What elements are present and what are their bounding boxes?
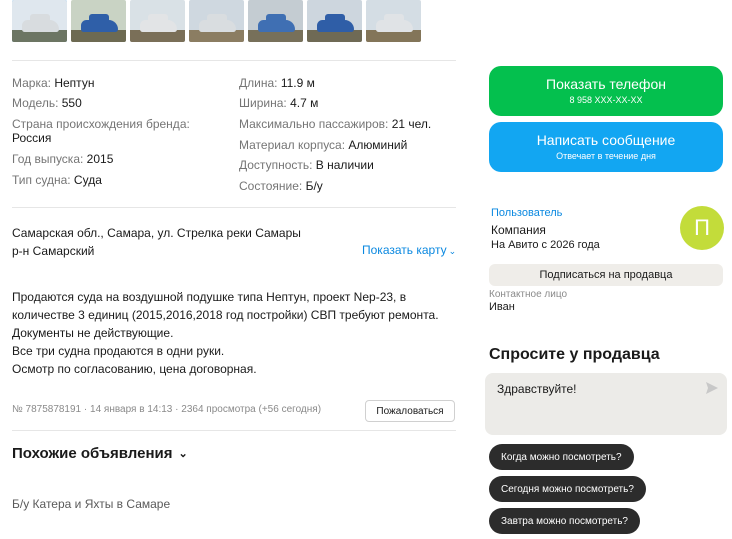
hovercraft-cabin	[266, 14, 286, 22]
contact-person-label: Контактное лицо	[489, 289, 568, 300]
spec-max-passengers: Максимально пассажиров: 21 чел.	[239, 117, 431, 131]
spec-brand: Марка: Нептун	[12, 76, 94, 90]
gallery-thumbnail[interactable]	[307, 0, 362, 42]
quick-question-chip[interactable]: Сегодня можно посмотреть?	[489, 476, 646, 502]
spec-key: Доступность:	[239, 158, 313, 172]
spec-key: Длина:	[239, 76, 278, 90]
quick-question-chip[interactable]: Когда можно посмотреть?	[489, 444, 634, 470]
show-map-link[interactable]: Показать карту ⌄	[362, 243, 456, 257]
message-input[interactable]: Здравствуйте!	[485, 373, 727, 435]
ask-seller-title: Спросите у продавца	[489, 346, 660, 363]
seller-name: Компания	[491, 223, 546, 237]
spec-key: Марка:	[12, 76, 51, 90]
address-district: р-н Самарский	[12, 244, 95, 258]
spec-value: 550	[61, 96, 82, 110]
reply-time: Отвечает в течение дня	[556, 151, 656, 161]
hovercraft-cabin	[207, 14, 227, 22]
divider	[12, 60, 456, 61]
gallery-thumbnail[interactable]	[12, 0, 67, 42]
spec-length: Длина: 11.9 м	[239, 76, 315, 90]
avatar[interactable]: П	[680, 206, 724, 250]
show-map-label: Показать карту	[362, 243, 447, 257]
hovercraft-cabin	[384, 14, 404, 22]
contact-person-name: Иван	[489, 301, 515, 313]
hovercraft-cabin	[30, 14, 50, 22]
chevron-down-icon: ⌄	[178, 448, 188, 460]
phone-mask: 8 958 XXX-XX-XX	[569, 95, 643, 105]
description: Продаются суда на воздушной подушке типа…	[12, 288, 452, 378]
send-icon[interactable]	[705, 381, 719, 395]
chevron-down-icon: ⌄	[448, 246, 457, 256]
spec-value: 11.9 м	[280, 76, 315, 90]
spec-key: Материал корпуса:	[239, 138, 346, 152]
description-line: Документы не действующие.	[12, 326, 174, 340]
spec-key: Страна происхождения бренда:	[12, 117, 190, 131]
spec-value: Нептун	[54, 76, 95, 90]
spec-country: Страна происхождения бренда: Россия	[12, 117, 190, 145]
message-input-text: Здравствуйте!	[497, 382, 577, 396]
quick-question-chip[interactable]: Завтра можно посмотреть?	[489, 508, 640, 534]
hovercraft-cabin	[89, 14, 109, 22]
photo-gallery	[12, 0, 421, 42]
seller-since: На Авито с 2026 года	[491, 239, 600, 251]
spec-key: Год выпуска:	[12, 152, 84, 166]
category-link[interactable]: Б/у Катера и Яхты в Самаре	[12, 497, 170, 511]
gallery-thumbnail[interactable]	[71, 0, 126, 42]
complain-button[interactable]: Пожаловаться	[365, 400, 455, 422]
seller-role-link[interactable]: Пользователь	[491, 207, 562, 219]
spec-model: Модель: 550	[12, 96, 82, 110]
divider	[12, 207, 456, 208]
gallery-thumbnail[interactable]	[130, 0, 185, 42]
listing-meta: № 7875878191 · 14 января в 14:13 · 2364 …	[12, 404, 322, 415]
spec-value: Россия	[12, 131, 52, 145]
spec-width: Ширина: 4.7 м	[239, 96, 318, 110]
spec-year: Год выпуска: 2015	[12, 152, 113, 166]
spec-key: Ширина:	[239, 96, 287, 110]
spec-condition: Состояние: Б/у	[239, 179, 323, 193]
spec-value: В наличии	[315, 158, 374, 172]
spec-vessel-type: Тип судна: Суда	[12, 173, 102, 187]
spec-key: Состояние:	[239, 179, 303, 193]
description-line: Все три судна продаются в одни руки.	[12, 344, 225, 358]
divider	[12, 430, 456, 431]
spec-value: 4.7 м	[290, 96, 319, 110]
similar-listings-title: Похожие объявления	[12, 445, 173, 462]
address-line: Самарская обл., Самара, ул. Стрелка реки…	[12, 226, 301, 240]
description-line: Продаются суда на воздушной подушке типа…	[12, 290, 407, 304]
spec-value: Суда	[73, 173, 102, 187]
spec-value: 21 чел.	[391, 117, 432, 131]
spec-key: Модель:	[12, 96, 59, 110]
write-message-button[interactable]: Написать сообщение Отвечает в течение дн…	[489, 122, 723, 172]
description-line: количестве 3 единиц (2015,2016,2018 год …	[12, 308, 439, 322]
spec-value: Алюминий	[348, 138, 408, 152]
spec-hull-material: Материал корпуса: Алюминий	[239, 138, 407, 152]
show-phone-label: Показать телефон	[546, 76, 666, 92]
hovercraft-cabin	[325, 14, 345, 22]
spec-key: Максимально пассажиров:	[239, 117, 389, 131]
gallery-thumbnail[interactable]	[189, 0, 244, 42]
subscribe-button[interactable]: Подписаться на продавца	[489, 264, 723, 286]
write-message-label: Написать сообщение	[536, 132, 676, 148]
similar-listings-toggle[interactable]: Похожие объявления ⌄	[12, 445, 188, 462]
spec-key: Тип судна:	[12, 173, 71, 187]
hovercraft-cabin	[148, 14, 168, 22]
description-line: Осмотр по согласованию, цена договорная.	[12, 362, 257, 376]
spec-value: Б/у	[305, 179, 323, 193]
spec-value: 2015	[86, 152, 114, 166]
gallery-thumbnail[interactable]	[366, 0, 421, 42]
spec-availability: Доступность: В наличии	[239, 158, 374, 172]
show-phone-button[interactable]: Показать телефон 8 958 XXX-XX-XX	[489, 66, 723, 116]
address: Самарская обл., Самара, ул. Стрелка реки…	[12, 224, 312, 260]
gallery-thumbnail[interactable]	[248, 0, 303, 42]
